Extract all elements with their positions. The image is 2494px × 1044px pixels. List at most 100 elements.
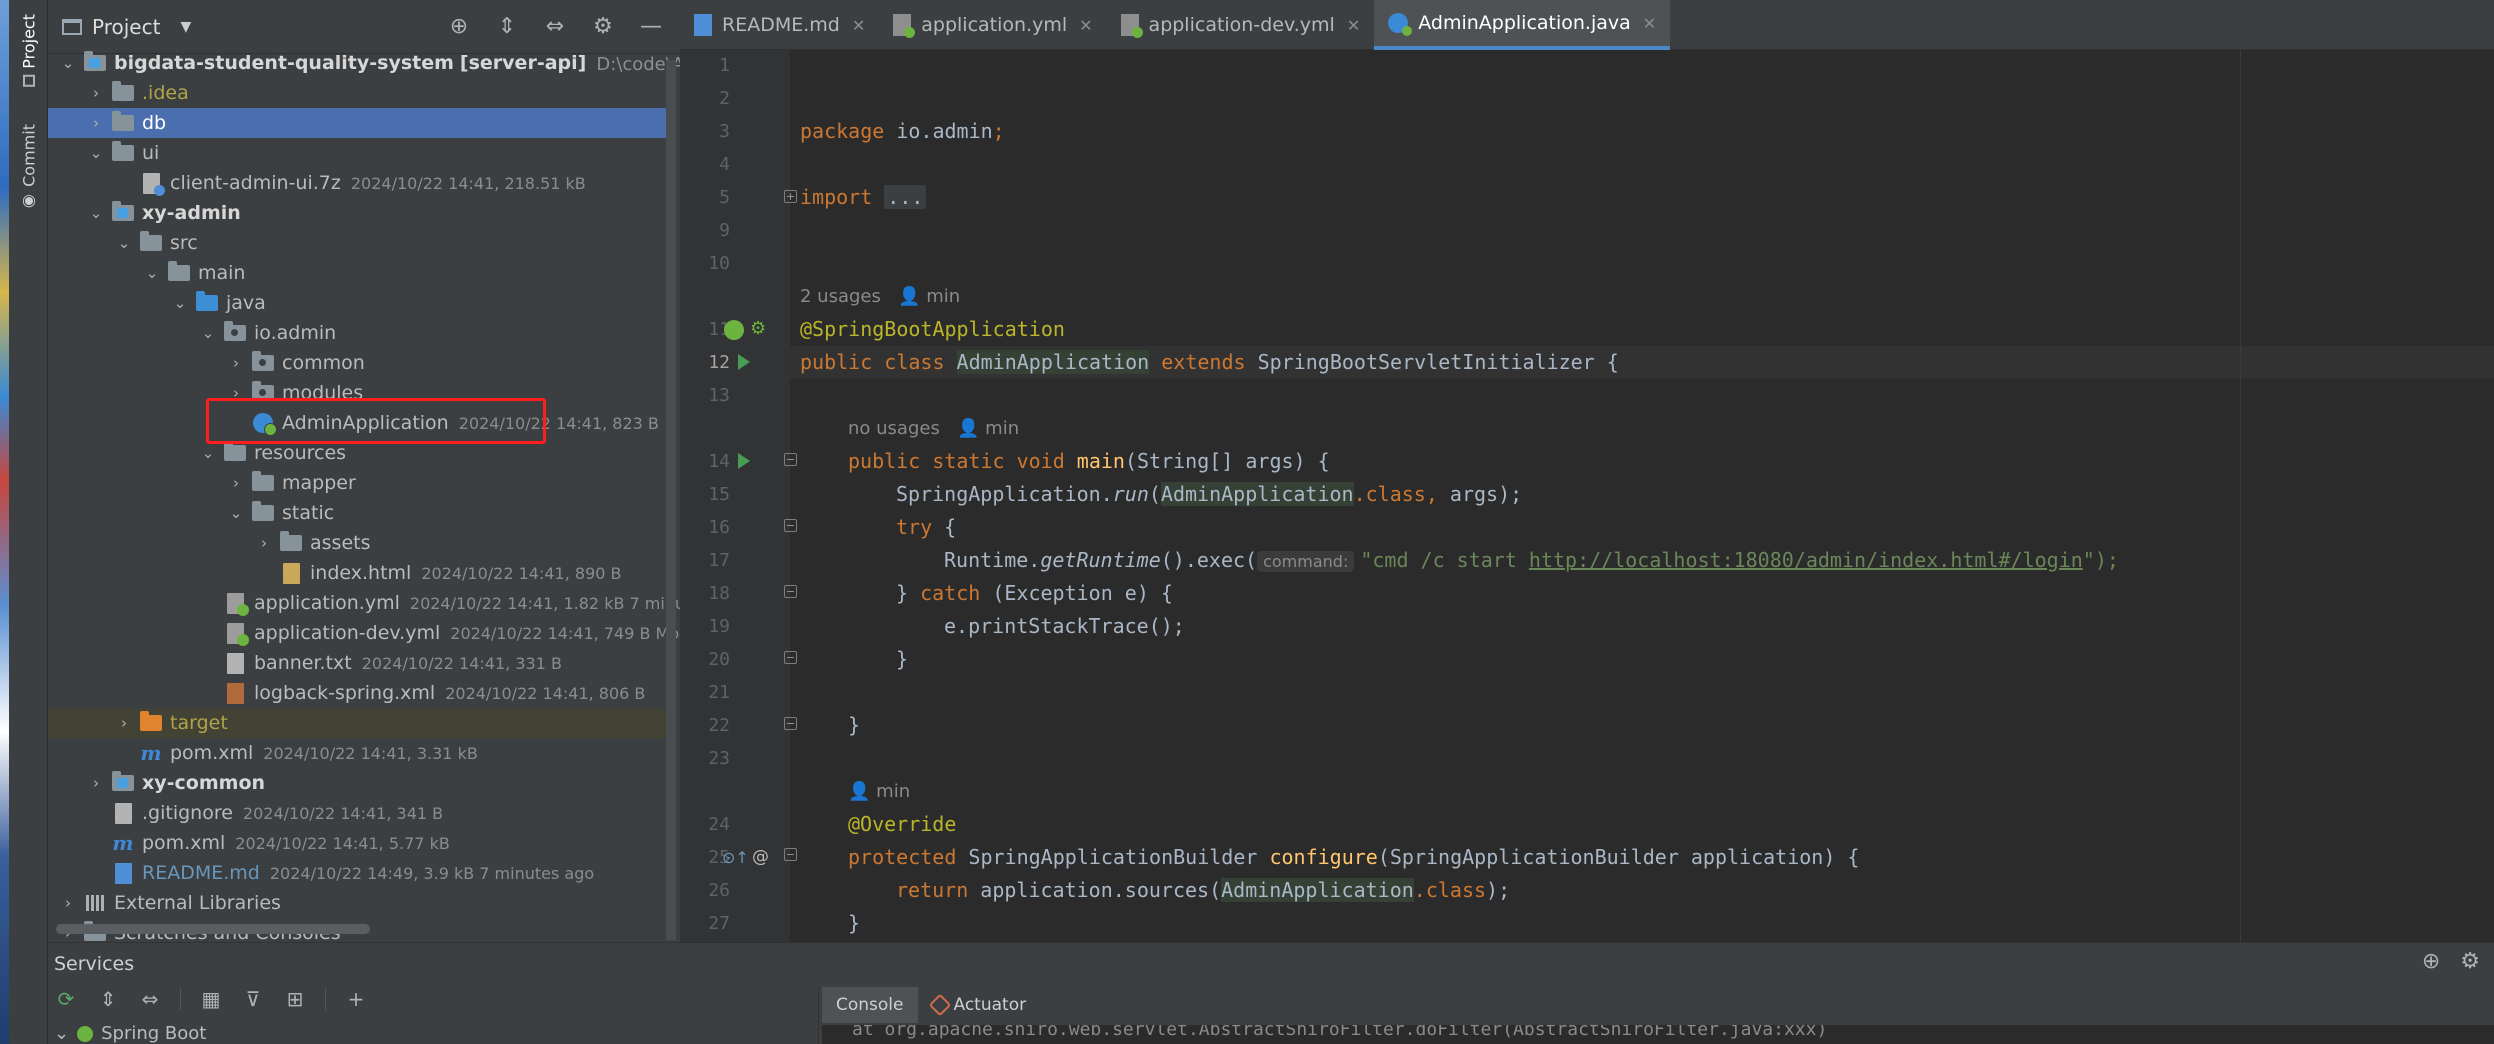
new-tab-icon[interactable]: ⊞ bbox=[283, 987, 307, 1011]
chevron-right-icon[interactable]: › bbox=[110, 714, 138, 732]
code-line[interactable]: public static void main(String[] args) { bbox=[848, 445, 1330, 478]
chevron-down-icon[interactable]: ⌄ bbox=[110, 234, 138, 252]
minimize-icon[interactable]: — bbox=[638, 14, 664, 40]
tree-item[interactable]: README.md 2024/10/22 14:49, 3.9 kB 7 min… bbox=[48, 858, 666, 888]
tree-item[interactable]: m pom.xml 2024/10/22 14:41, 5.77 kB bbox=[48, 828, 666, 858]
group-by-icon[interactable]: ▦ bbox=[199, 987, 223, 1011]
usages-hint[interactable]: 2 usages 👤 min bbox=[800, 280, 960, 313]
annotation-icon[interactable]: @ bbox=[752, 847, 769, 867]
chevron-right-icon[interactable]: › bbox=[222, 354, 250, 372]
author-hint[interactable]: 👤 min bbox=[848, 775, 910, 808]
tree-item[interactable]: application-dev.yml 2024/10/22 14:41, 74… bbox=[48, 618, 680, 648]
refresh-icon[interactable]: ⟳ bbox=[54, 987, 78, 1011]
run-icon[interactable] bbox=[738, 453, 750, 469]
tree-item[interactable]: › common bbox=[48, 348, 666, 378]
run-icon[interactable] bbox=[738, 354, 750, 370]
code-line[interactable]: } bbox=[896, 643, 908, 676]
tree-item[interactable]: ⌄ io.admin bbox=[48, 318, 666, 348]
tree-item-selected[interactable]: › db bbox=[48, 108, 666, 138]
chevron-down-icon[interactable]: ⌄ bbox=[166, 294, 194, 312]
tree-item[interactable]: client-admin-ui.7z 2024/10/22 14:41, 218… bbox=[48, 168, 666, 198]
fold-icon[interactable]: − bbox=[784, 585, 797, 598]
code-line[interactable]: package io.admin; bbox=[800, 115, 1005, 148]
chevron-right-icon[interactable]: › bbox=[250, 534, 278, 552]
tree-item[interactable]: application.yml 2024/10/22 14:41, 1.82 k… bbox=[48, 588, 680, 618]
code-line[interactable]: } catch (Exception e) { bbox=[896, 577, 1173, 610]
chevron-down-icon[interactable]: ⌄ bbox=[194, 324, 222, 342]
tab-actuator[interactable]: Actuator bbox=[918, 987, 1041, 1023]
collapse-all-icon[interactable]: ⇔ bbox=[542, 14, 568, 40]
tree-root[interactable]: ⌄ bigdata-student-quality-system [server… bbox=[48, 48, 680, 78]
tree-item-external-libraries[interactable]: › External Libraries bbox=[48, 888, 666, 918]
spring-navigate-icon[interactable]: ⚙ bbox=[750, 319, 770, 339]
code-line[interactable]: e.printStackTrace(); bbox=[944, 610, 1185, 643]
tree-item[interactable]: ⌄ src bbox=[48, 228, 666, 258]
tree-item[interactable]: › xy-common bbox=[48, 768, 666, 798]
chevron-down-icon[interactable]: ⌄ bbox=[138, 264, 166, 282]
gear-icon[interactable]: ⚙ bbox=[590, 14, 616, 40]
tab-console[interactable]: Console bbox=[822, 987, 918, 1023]
chevron-down-icon[interactable]: ⌄ bbox=[54, 54, 82, 72]
spring-bean-icon[interactable] bbox=[724, 320, 744, 340]
project-tool-tab[interactable]: Project bbox=[14, 14, 44, 87]
code-line[interactable]: @Override bbox=[848, 808, 956, 841]
services-splitter[interactable] bbox=[818, 987, 819, 1044]
tree-item[interactable]: ⌄ java bbox=[48, 288, 666, 318]
code-line[interactable]: protected SpringApplicationBuilder confi… bbox=[848, 841, 1859, 874]
code-line[interactable]: import ... bbox=[800, 181, 927, 214]
code-line[interactable]: } bbox=[848, 709, 860, 742]
tab-readme[interactable]: README.md ✕ bbox=[680, 0, 879, 50]
code-line[interactable]: return application.sources(AdminApplicat… bbox=[896, 874, 1510, 907]
close-icon[interactable]: ✕ bbox=[1643, 14, 1656, 33]
chevron-down-icon[interactable]: ⌄ bbox=[82, 204, 110, 222]
commit-tool-tab[interactable]: ◉ Commit bbox=[14, 124, 44, 212]
override-icon[interactable]: ⊙↑ bbox=[722, 848, 749, 867]
expand-all-icon[interactable]: ⇕ bbox=[96, 987, 120, 1011]
fold-icon[interactable]: − bbox=[784, 717, 797, 730]
chevron-right-icon[interactable]: › bbox=[54, 894, 82, 912]
chevron-down-icon[interactable]: ⌄ bbox=[54, 1023, 69, 1044]
tree-item[interactable]: ⌄ xy-admin bbox=[48, 198, 666, 228]
tree-item[interactable]: ⌄ static bbox=[48, 498, 666, 528]
fold-icon[interactable]: − bbox=[784, 519, 797, 532]
chevron-right-icon[interactable]: › bbox=[82, 84, 110, 102]
tree-item[interactable]: › target bbox=[48, 708, 666, 738]
fold-icon[interactable]: + bbox=[784, 190, 797, 203]
collapse-all-icon[interactable]: ⇔ bbox=[138, 987, 162, 1011]
code-line[interactable]: public class AdminApplication extends Sp… bbox=[800, 346, 1619, 379]
code-line[interactable]: Runtime.getRuntime().exec(command: "cmd /… bbox=[944, 544, 2119, 578]
chevron-down-icon[interactable]: ⌄ bbox=[222, 504, 250, 522]
tree-item[interactable]: m pom.xml 2024/10/22 14:41, 3.31 kB bbox=[48, 738, 666, 768]
chevron-down-icon[interactable]: ▼ bbox=[180, 19, 191, 35]
chevron-right-icon[interactable]: › bbox=[82, 114, 110, 132]
close-icon[interactable]: ✕ bbox=[852, 16, 865, 35]
tree-item[interactable]: ⌄ main bbox=[48, 258, 666, 288]
locate-icon[interactable]: ⊕ bbox=[2422, 949, 2440, 974]
tree-item[interactable]: › assets bbox=[48, 528, 666, 558]
vertical-scrollbar[interactable] bbox=[666, 60, 676, 940]
fold-icon[interactable]: − bbox=[784, 651, 797, 664]
expand-all-icon[interactable]: ⇕ bbox=[494, 14, 520, 40]
code-line[interactable]: } bbox=[848, 907, 860, 940]
tree-item[interactable]: ⌄ ui bbox=[48, 138, 666, 168]
tab-application-yml[interactable]: application.yml ✕ bbox=[879, 0, 1106, 50]
chevron-right-icon[interactable]: › bbox=[222, 474, 250, 492]
tab-application-dev-yml[interactable]: application-dev.yml ✕ bbox=[1107, 0, 1375, 50]
chevron-right-icon[interactable]: › bbox=[82, 774, 110, 792]
usages-hint[interactable]: no usages 👤 min bbox=[848, 412, 1019, 445]
chevron-down-icon[interactable]: ⌄ bbox=[82, 144, 110, 162]
tree-item[interactable]: .gitignore 2024/10/22 14:41, 341 B bbox=[48, 798, 666, 828]
services-tree-item[interactable]: ⌄ Spring Boot bbox=[54, 1023, 206, 1044]
fold-icon[interactable]: − bbox=[784, 848, 797, 861]
filter-icon[interactable]: ⊽ bbox=[241, 987, 265, 1011]
gear-icon[interactable]: ⚙ bbox=[2460, 949, 2480, 974]
locate-icon[interactable]: ⊕ bbox=[446, 14, 472, 40]
fold-icon[interactable]: − bbox=[784, 453, 797, 466]
code-line[interactable]: try { bbox=[896, 511, 956, 544]
tree-item[interactable]: logback-spring.xml 2024/10/22 14:41, 806… bbox=[48, 678, 666, 708]
chevron-down-icon[interactable]: ⌄ bbox=[194, 444, 222, 462]
code-line[interactable]: @SpringBootApplication bbox=[800, 313, 1065, 346]
tree-item[interactable]: index.html 2024/10/22 14:41, 890 B bbox=[48, 558, 666, 588]
close-icon[interactable]: ✕ bbox=[1347, 16, 1360, 35]
tree-item[interactable]: banner.txt 2024/10/22 14:41, 331 B bbox=[48, 648, 666, 678]
